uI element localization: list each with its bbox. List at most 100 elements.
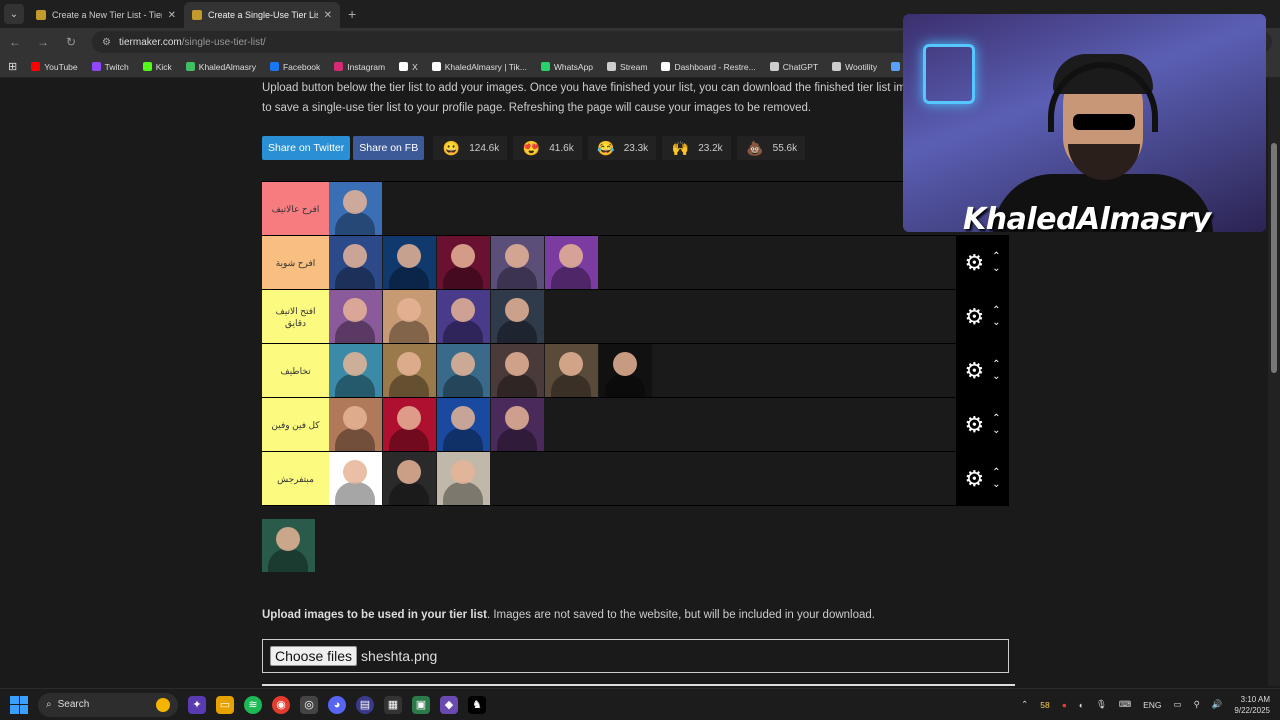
tier-item-image[interactable] [599,344,652,397]
tier-item-image[interactable] [329,182,382,235]
file-explorer-icon[interactable]: ▭ [216,695,234,714]
tier-items[interactable] [329,290,956,343]
tab-search-button[interactable]: ⌄ [4,4,24,24]
store-icon[interactable]: ▣ [412,695,430,714]
tier-item-image[interactable] [383,344,436,397]
bookmark-8[interactable]: WhatsApp [540,62,593,72]
tier-label[interactable]: تخاطيف [262,344,329,397]
close-tab-icon[interactable]: ✕ [168,10,176,21]
tier-item-image[interactable] [437,344,490,397]
scrollbar-thumb[interactable] [1271,143,1277,373]
tray-mic-icon[interactable]: 🎙 [1096,699,1107,710]
reload-icon[interactable]: ↻ [64,35,78,49]
bookmark-12[interactable]: Wootility [832,62,877,72]
obs-icon[interactable]: ◎ [300,695,318,714]
chrome-icon[interactable]: ◉ [272,695,290,714]
gear-icon[interactable]: ⚙ [964,413,984,436]
new-tab-button[interactable]: + [348,6,356,22]
app-icon-3[interactable]: ◆ [440,695,458,714]
chevron-down-icon[interactable]: ⌄ [992,479,1000,491]
chevron-down-icon[interactable]: ⌄ [992,425,1000,437]
reaction-button-2[interactable]: 😂 23.3k [587,136,657,160]
chevron-up-icon[interactable]: ⌃ [992,359,1000,371]
bookmark-4[interactable]: Facebook [269,62,320,72]
site-info-icon[interactable]: ⚙ [102,37,111,48]
file-input[interactable]: Choose files sheshta.png [262,639,1009,673]
reaction-button-0[interactable]: 😀 124.6k [433,136,508,160]
chevron-down-icon[interactable]: ⌄ [992,263,1000,275]
tier-item-image[interactable] [329,290,382,343]
tier-item-image[interactable] [383,452,436,505]
gear-icon[interactable]: ⚙ [964,305,984,328]
bookmark-2[interactable]: Kick [142,62,172,72]
tier-item-image[interactable] [491,398,544,451]
app-icon-2[interactable]: ▦ [384,695,402,714]
bookmark-6[interactable]: X [399,62,418,72]
page-scrollbar[interactable] [1268,78,1280,686]
tier-item-image[interactable] [545,344,598,397]
tier-item-image[interactable] [437,236,490,289]
tier-item-image[interactable] [329,452,382,505]
app-icon-1[interactable]: ▤ [356,695,374,714]
bookmark-0[interactable]: YouTube [31,62,78,72]
windows-start-icon[interactable] [10,695,28,714]
chevron-down-icon[interactable]: ⌄ [992,371,1000,383]
chevron-up-icon[interactable]: ⌃ [992,251,1000,263]
tier-item-image[interactable] [383,290,436,343]
tier-item-image[interactable] [437,452,490,505]
apps-grid-icon[interactable]: ⊞ [8,60,17,73]
bookmark-5[interactable]: Instagram [334,62,385,72]
clock[interactable]: 3:10 AM 9/22/2025 [1234,694,1270,716]
tier-items[interactable] [329,452,956,505]
tier-label[interactable]: افرح عالاتيف [262,182,329,235]
spotify-icon[interactable]: ≋ [244,695,262,714]
tier-item-image[interactable] [491,236,544,289]
browser-tab-1[interactable]: Create a Single-Use Tier List (P ✕ [184,2,340,28]
tray-app-icon[interactable]: ◐ [1079,700,1084,710]
discord-icon[interactable]: ◕ [328,695,346,714]
tier-item-image[interactable] [437,290,490,343]
tier-item-image[interactable] [329,398,382,451]
bookmark-1[interactable]: Twitch [91,62,129,72]
browser-tab-0[interactable]: Create a New Tier List - TierMa ✕ [28,2,184,28]
bookmark-3[interactable]: KhaledAlmasry [185,62,256,72]
tray-lang[interactable]: ENG [1143,700,1161,710]
tier-item-image[interactable] [383,398,436,451]
tier-items[interactable] [329,398,956,451]
tier-item-image[interactable] [491,344,544,397]
tier-item-image[interactable] [545,236,598,289]
share-fb-button[interactable]: Share on FB [353,136,425,160]
close-tab-icon[interactable]: ✕ [324,10,332,21]
choose-files-button[interactable]: Choose files [270,646,358,666]
tier-item-image[interactable] [491,290,544,343]
tray-keyboard-icon[interactable]: ⌨ [1119,699,1131,710]
tier-items[interactable] [329,236,956,289]
tray-expand-icon[interactable]: ⌃ [1021,699,1028,710]
gear-icon[interactable]: ⚙ [964,359,984,382]
share-twitter-button[interactable]: Share on Twitter [262,136,351,160]
forward-icon[interactable]: → [36,35,50,49]
chevron-up-icon[interactable]: ⌃ [992,413,1000,425]
tray-record-icon[interactable]: ● [1062,700,1067,710]
bookmark-7[interactable]: KhaledAlmasry | Tik... [431,62,527,72]
tier-item-image[interactable] [262,519,315,572]
tier-label[interactable]: مبتفرجش [262,452,329,505]
copilot-icon[interactable]: ✦ [188,695,206,714]
chevron-up-icon[interactable]: ⌃ [992,305,1000,317]
reaction-button-4[interactable]: 💩 55.6k [736,136,806,160]
tier-label[interactable]: افرح شوية [262,236,329,289]
reaction-button-3[interactable]: 🙌 23.2k [662,136,731,160]
tier-label[interactable]: كل فين وفين [262,398,329,451]
taskbar-search[interactable]: ⌕ Search [38,692,178,717]
tier-items[interactable] [329,344,956,397]
tier-item-image[interactable] [383,236,436,289]
gear-icon[interactable]: ⚙ [964,251,984,274]
back-icon[interactable]: ← [8,35,22,49]
bookmark-11[interactable]: ChatGPT [769,62,818,72]
tray-volume-icon[interactable]: 🔊 [1212,699,1223,710]
bookmark-9[interactable]: Stream [607,62,647,72]
app-icon-4[interactable]: ♞ [468,695,486,714]
tier-label[interactable]: افتح الاتيف دقايق [262,290,329,343]
chevron-down-icon[interactable]: ⌄ [992,317,1000,329]
tier-item-image[interactable] [437,398,490,451]
